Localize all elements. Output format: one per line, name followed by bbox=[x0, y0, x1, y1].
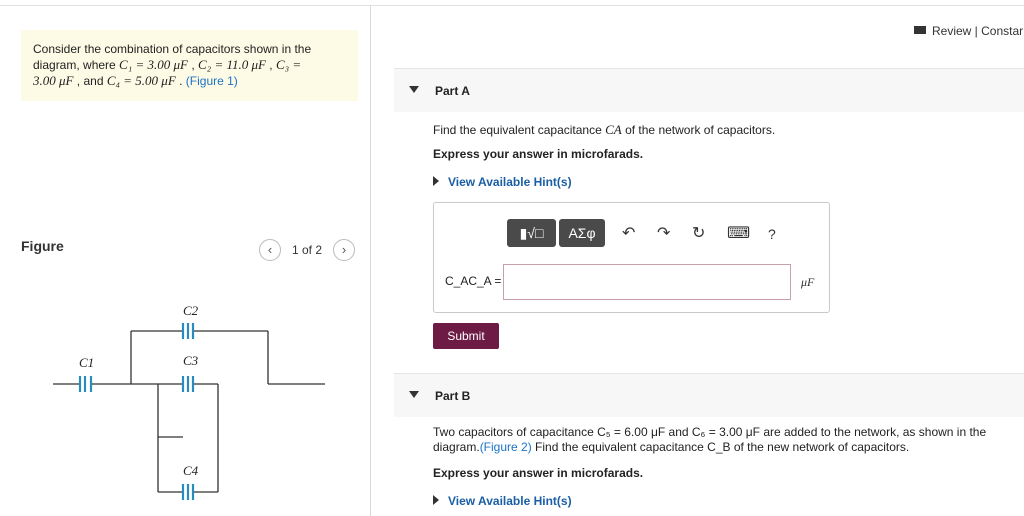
next-figure-button[interactable]: › bbox=[333, 239, 355, 261]
review-icon bbox=[914, 26, 926, 34]
c3-value: 3.00 μF bbox=[33, 73, 74, 88]
problem-line-2: diagram, where C₁ = 3.00 μF , C₂ = 11.0 … bbox=[33, 57, 302, 72]
c2-value: C₂ = 11.0 μF bbox=[198, 57, 266, 72]
review-link[interactable]: Review | Constar bbox=[914, 24, 1023, 38]
help-icon[interactable]: ? bbox=[768, 224, 776, 244]
c3-label: C3 bbox=[183, 353, 199, 368]
part-a-header[interactable]: Part A bbox=[394, 68, 1024, 112]
figure-1-link[interactable]: (Figure 1) bbox=[186, 74, 238, 88]
part-b-title: Part B bbox=[435, 389, 471, 403]
part-b-header[interactable]: Part B bbox=[394, 373, 1024, 417]
answer-unit: μF bbox=[801, 275, 815, 289]
figure-heading: Figure bbox=[21, 238, 64, 254]
prev-figure-button[interactable]: ‹ bbox=[259, 239, 281, 261]
problem-line-1: Consider the combination of capacitors s… bbox=[33, 42, 312, 56]
part-a-question: Find the equivalent capacitance CA of th… bbox=[433, 122, 776, 137]
submit-button[interactable]: Submit bbox=[433, 323, 499, 349]
c1-value: C₁ = 3.00 μF bbox=[119, 57, 188, 72]
answer-label: C_AC_A = bbox=[445, 274, 502, 288]
part-a-title: Part A bbox=[435, 84, 470, 98]
redo-icon[interactable]: ↷ bbox=[657, 224, 670, 244]
part-a-instruction: Express your answer in microfarads. bbox=[433, 147, 644, 161]
c2-label: C2 bbox=[183, 303, 199, 318]
c4-value: C₄ = 5.00 μF bbox=[106, 73, 176, 88]
part-b-question: Two capacitors of capacitance C₅ = 6.00 … bbox=[433, 425, 987, 454]
keyboard-icon[interactable]: ⌨ bbox=[727, 224, 750, 244]
expand-arrow-icon bbox=[433, 495, 439, 505]
problem-statement: Consider the combination of capacitors s… bbox=[21, 30, 358, 101]
undo-icon[interactable]: ↶ bbox=[622, 224, 635, 244]
problem-line-3: 3.00 μF , and C₄ = 5.00 μF . (Figure 1) bbox=[33, 73, 238, 88]
part-b-instruction: Express your answer in microfarads. bbox=[433, 466, 644, 480]
pane-divider bbox=[370, 5, 371, 516]
answer-input[interactable] bbox=[503, 264, 791, 300]
symbols-button[interactable]: ΑΣφ bbox=[559, 219, 605, 247]
collapse-triangle-icon bbox=[409, 391, 419, 398]
part-a-hint-toggle[interactable]: View Available Hint(s) bbox=[433, 175, 572, 189]
templates-button[interactable]: ▮√□ bbox=[507, 219, 556, 247]
c1-label: C1 bbox=[79, 355, 94, 370]
collapse-triangle-icon bbox=[409, 86, 419, 93]
circuit-diagram: C1 C2 C3 C4 bbox=[53, 303, 325, 500]
figure-page-indicator: 1 of 2 bbox=[292, 243, 323, 257]
reset-icon[interactable]: ↻ bbox=[692, 224, 705, 244]
expand-arrow-icon bbox=[433, 176, 439, 186]
part-b-hint-toggle[interactable]: View Available Hint(s) bbox=[433, 494, 572, 508]
ca-symbol: CA bbox=[605, 122, 622, 137]
top-rule bbox=[0, 5, 1024, 6]
c4-label: C4 bbox=[183, 463, 199, 478]
c3-label: C₃ = bbox=[275, 57, 302, 72]
figure-2-link[interactable]: (Figure 2) bbox=[480, 440, 532, 454]
